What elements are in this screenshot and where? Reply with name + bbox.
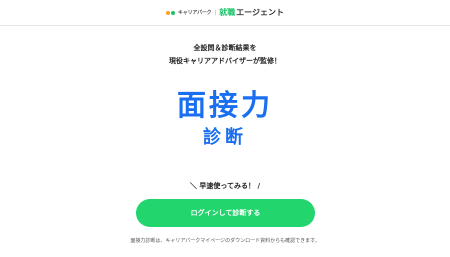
page-title-line2: 診断 <box>203 127 247 148</box>
footer-note: 面接力診断は、キャリアパークマイページのダウンロード資料からも確認できます。 <box>130 238 320 244</box>
logo-brand-accent: 就職 <box>219 8 236 17</box>
page-title-line1: 面接力 <box>176 88 273 122</box>
intro-heading-line1: 全設問＆診断結果を <box>193 44 257 52</box>
login-diagnose-button[interactable]: ログインして診断する <box>136 199 315 227</box>
logo-brand: 就職 エージェント <box>219 7 284 18</box>
logo-brand-text: エージェント <box>236 8 285 17</box>
cta-lead-text: ＼ 早速使ってみる！ / <box>189 182 261 190</box>
intro-heading-line2: 現役キャリアアドバイザーが監修！ <box>169 57 281 65</box>
site-logo[interactable]: キャリアパーク | 就職 エージェント <box>165 7 284 18</box>
logo-subtitle: キャリアパーク <box>177 10 212 16</box>
page-title: 面接力 診断 <box>0 88 450 150</box>
logo-mark-icon <box>165 10 175 15</box>
logo-separator: | <box>214 9 217 16</box>
site-header: キャリアパーク | 就職 エージェント <box>0 0 450 26</box>
intro-heading: 全設問＆診断結果を 現役キャリアアドバイザーが監修！ <box>0 42 450 68</box>
